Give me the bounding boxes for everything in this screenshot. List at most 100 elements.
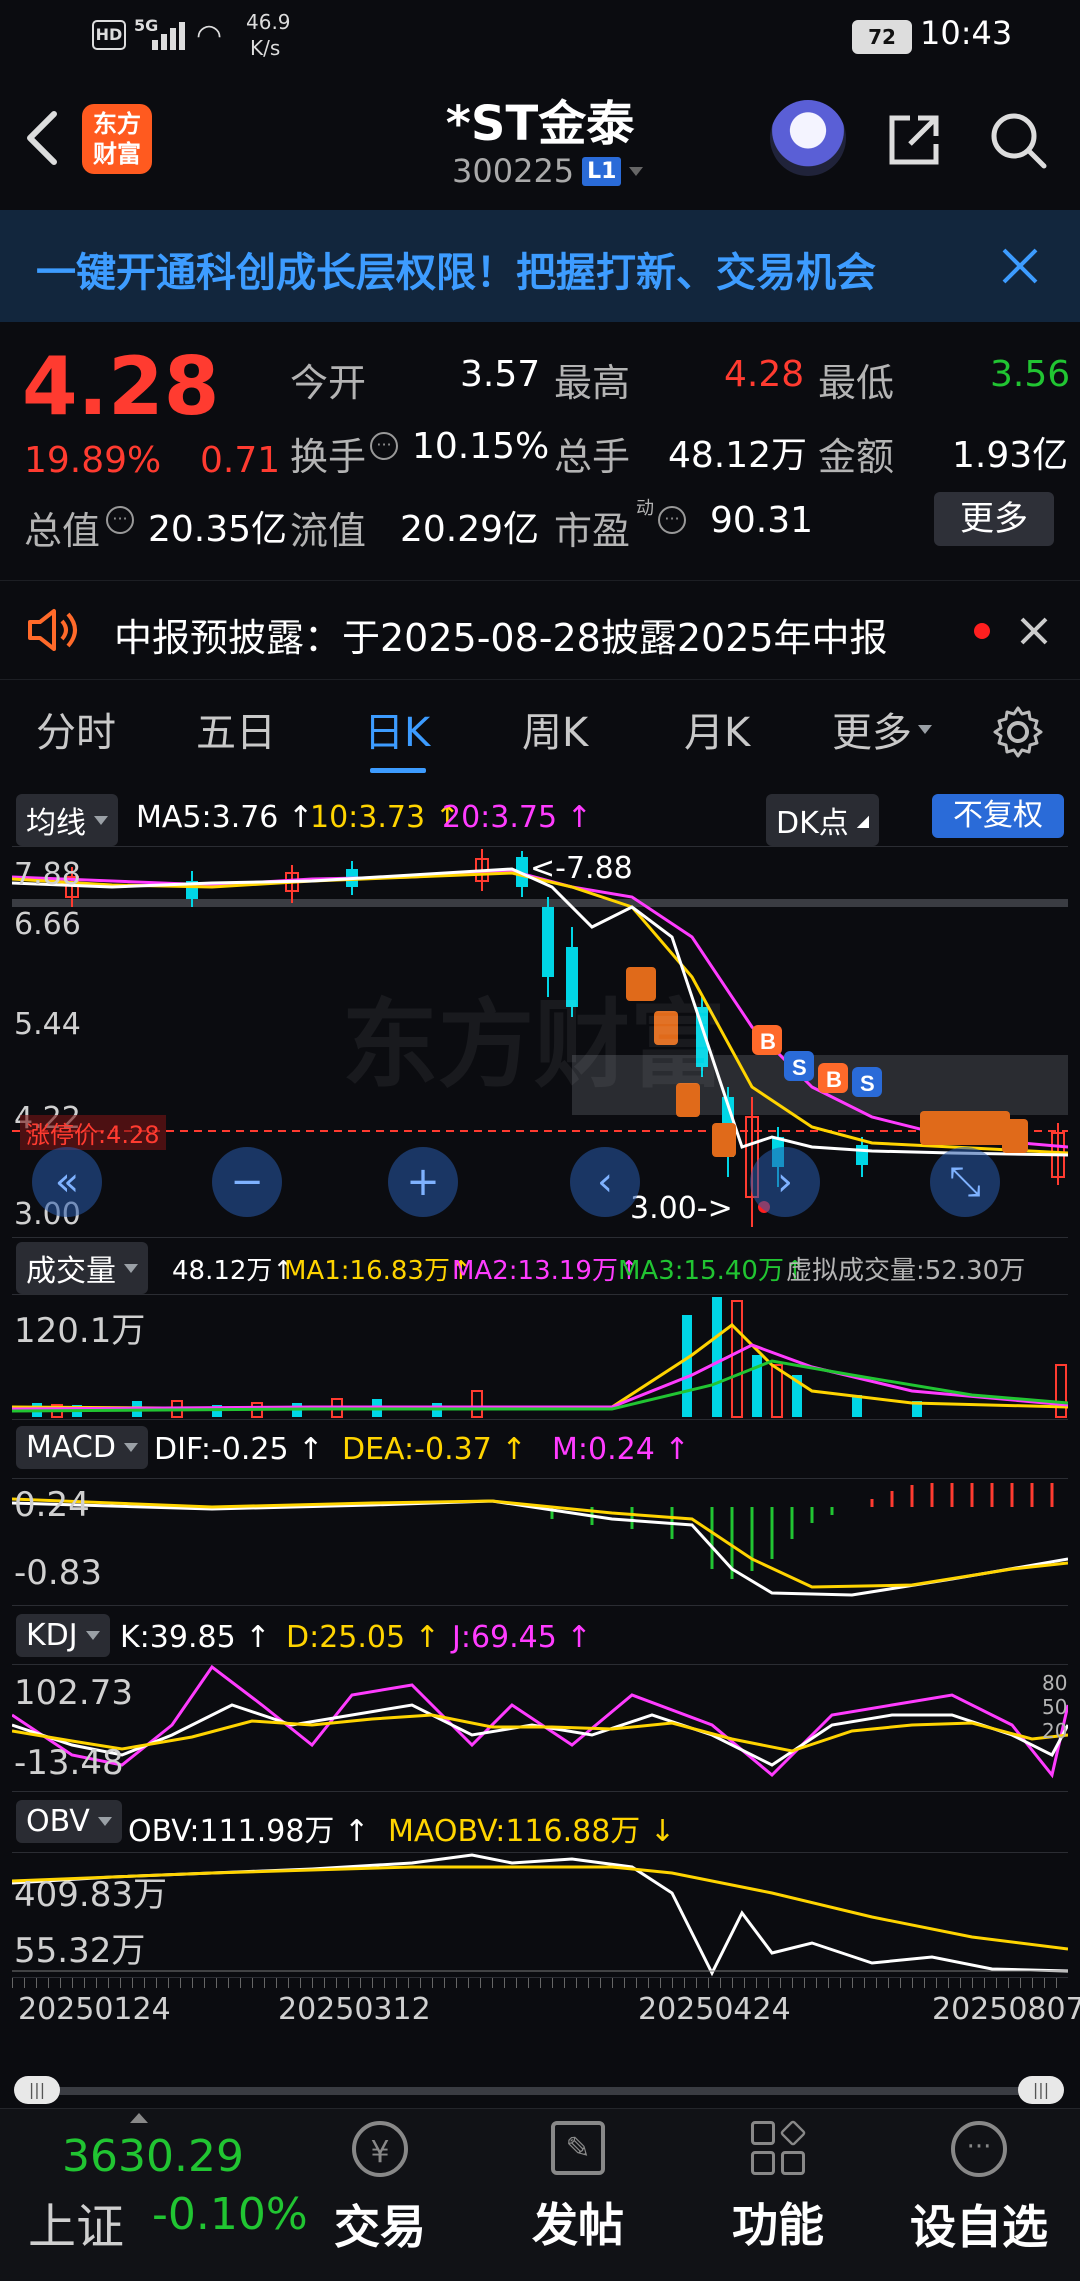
macd-y-top: 0.24	[14, 1485, 90, 1525]
scroll-left-double-icon[interactable]: «	[32, 1147, 102, 1217]
step-right-icon[interactable]: ›	[750, 1147, 820, 1217]
search-icon[interactable]	[986, 108, 1050, 172]
nav-function[interactable]: 功能	[718, 2115, 838, 2275]
step-left-icon[interactable]: ‹	[570, 1147, 640, 1217]
info-icon[interactable]: ···	[658, 506, 686, 534]
volume-virtual: 虚拟成交量:52.30万	[786, 1256, 1026, 1286]
volume-selector-label: 成交量	[26, 1254, 116, 1289]
limit-price-label: 涨停价:4.28	[20, 1115, 166, 1150]
chevron-down-icon	[918, 724, 932, 734]
zoom-in-icon[interactable]: +	[388, 1147, 458, 1217]
nav-post[interactable]: ✎ 发帖	[518, 2115, 638, 2275]
notice-text: 中报预披露：于2025-08-28披露2025年中报	[114, 616, 888, 660]
range-slider[interactable]: ||| |||	[14, 2076, 1066, 2106]
notice-bar[interactable]: 中报预披露：于2025-08-28披露2025年中报	[0, 580, 1080, 680]
tab-more-label: 更多	[832, 710, 912, 756]
macd-dif: DIF:-0.25 ↑	[154, 1432, 324, 1467]
macd-svg	[12, 1483, 1068, 1597]
tab-five-day[interactable]: 五日	[196, 700, 276, 758]
obv-chart[interactable]: 409.83万 55.32万	[12, 1852, 1068, 1978]
chevron-down-icon	[124, 1263, 138, 1273]
status-time: 10:43	[920, 14, 1013, 52]
close-icon[interactable]	[998, 244, 1042, 288]
svg-text:S: S	[860, 1071, 875, 1096]
volume-legend-row: 成交量 48.12万↑ MA1:16.83万↑ MA2:13.19万↑ MA3:…	[12, 1238, 1068, 1294]
macd-selector-label: MACD	[26, 1430, 116, 1465]
chevron-up-icon	[130, 2113, 148, 2123]
ma20-value: 20:3.75 ↑	[442, 800, 592, 835]
robot-avatar-icon[interactable]	[770, 100, 846, 176]
gear-icon[interactable]	[990, 704, 1046, 760]
dk-point-label: DK点	[776, 806, 849, 841]
brand-logo[interactable]: 东方 财富	[82, 104, 152, 174]
expand-icon[interactable]: ⤡	[930, 1147, 1000, 1217]
brand-logo-line1: 东方	[93, 110, 141, 138]
kdj-selector[interactable]: KDJ	[16, 1614, 110, 1657]
amount-value: 1.93亿	[952, 435, 1069, 476]
volume-current: 48.12万↑	[172, 1256, 295, 1286]
kdj-legend-row: KDJ K:39.85 ↑ D:25.05 ↑ J:69.45 ↑	[12, 1610, 1068, 1662]
edit-icon: ✎	[551, 2121, 605, 2175]
kdj-y-bottom: -13.48	[14, 1743, 124, 1783]
range-handle-left[interactable]: |||	[14, 2076, 60, 2104]
kdj-selector-label: KDJ	[26, 1618, 78, 1653]
index-name: 上证	[28, 2199, 125, 2255]
adjust-button[interactable]: 不复权	[932, 794, 1064, 838]
macd-legend-row: MACD DIF:-0.25 ↑ DEA:-0.37 ↑ M:0.24 ↑	[12, 1422, 1068, 1474]
index-widget[interactable]: 3630.29 上证 -0.10%	[0, 2109, 308, 2281]
kdj-chart[interactable]: 102.73 -13.48 80 50 20	[12, 1664, 1068, 1792]
bottom-nav: 3630.29 上证 -0.10% ¥ 交易 ✎ 发帖 功能 ··· 设自选	[0, 2108, 1080, 2281]
promo-banner-text: 一键开通科创成长层权限！把握打新、交易机会	[36, 250, 876, 296]
tab-intraday[interactable]: 分时	[36, 700, 116, 758]
info-icon[interactable]: ···	[370, 432, 398, 460]
tab-monthly-k[interactable]: 月K	[684, 700, 750, 758]
low-label: 最低	[818, 361, 895, 405]
volume-selector[interactable]: 成交量	[16, 1242, 148, 1294]
kdj-right-50: 50	[1042, 1695, 1068, 1719]
more-button[interactable]: 更多	[934, 492, 1054, 546]
battery-level: 72	[868, 25, 896, 49]
zoom-out-icon[interactable]: −	[212, 1147, 282, 1217]
change-pct: 19.89%	[24, 440, 162, 481]
date-label-3: 20250424	[638, 1992, 791, 2027]
macd-selector[interactable]: MACD	[16, 1426, 148, 1469]
range-handle-right[interactable]: |||	[1018, 2076, 1064, 2104]
volume-chart[interactable]: 120.1万	[12, 1294, 1068, 1420]
nav-watchlist[interactable]: ··· 设自选	[904, 2115, 1054, 2275]
speed-value: 46.9	[246, 10, 291, 34]
obv-selector[interactable]: OBV	[16, 1800, 122, 1843]
info-icon[interactable]: ···	[106, 506, 134, 534]
low-marker: 3.00->	[630, 1191, 733, 1226]
ma-selector[interactable]: 均线	[16, 794, 118, 846]
date-tick-marks	[12, 1978, 1068, 1988]
stock-code-row[interactable]: 300225 L1	[452, 152, 644, 190]
volume-svg	[12, 1297, 1068, 1418]
kdj-right-80: 80	[1042, 1671, 1068, 1695]
speed-unit: K/s	[250, 36, 281, 60]
stock-title: *ST金泰	[445, 96, 635, 152]
stock-code: 300225	[452, 152, 575, 190]
kdj-k: K:39.85 ↑	[120, 1620, 271, 1655]
nav-trade-label: 交易	[334, 2200, 426, 2254]
high-value: 4.28	[724, 354, 805, 395]
tab-weekly-k[interactable]: 周K	[522, 700, 588, 758]
svg-text:B: B	[760, 1029, 776, 1054]
obv-y-bottom: 55.32万	[14, 1931, 146, 1971]
brand-logo-line2: 财富	[93, 140, 141, 168]
share-icon[interactable]	[884, 110, 944, 170]
tab-more[interactable]: 更多	[832, 700, 932, 758]
volume-label: 总手	[554, 435, 631, 479]
nav-function-label: 功能	[732, 2198, 824, 2252]
close-icon[interactable]	[1018, 615, 1050, 647]
chevron-down-icon	[85, 1631, 100, 1640]
back-icon[interactable]	[22, 108, 62, 168]
macd-chart[interactable]: 0.24 -0.83	[12, 1478, 1068, 1606]
promo-banner[interactable]: 一键开通科创成长层权限！把握打新、交易机会	[0, 210, 1080, 322]
pe-sup: 动	[636, 498, 654, 519]
kline-y-label-2: 6.66	[14, 907, 81, 942]
tab-daily-k[interactable]: 日K	[364, 700, 430, 758]
nav-trade[interactable]: ¥ 交易	[320, 2115, 440, 2275]
macd-y-bottom: -0.83	[14, 1553, 102, 1593]
kline-chart[interactable]: B S B S 东方财富 7.88 6.66 5.44 4.22 3.00 涨停…	[12, 846, 1068, 1238]
dk-point-button[interactable]: DK点 ◢	[766, 794, 880, 846]
